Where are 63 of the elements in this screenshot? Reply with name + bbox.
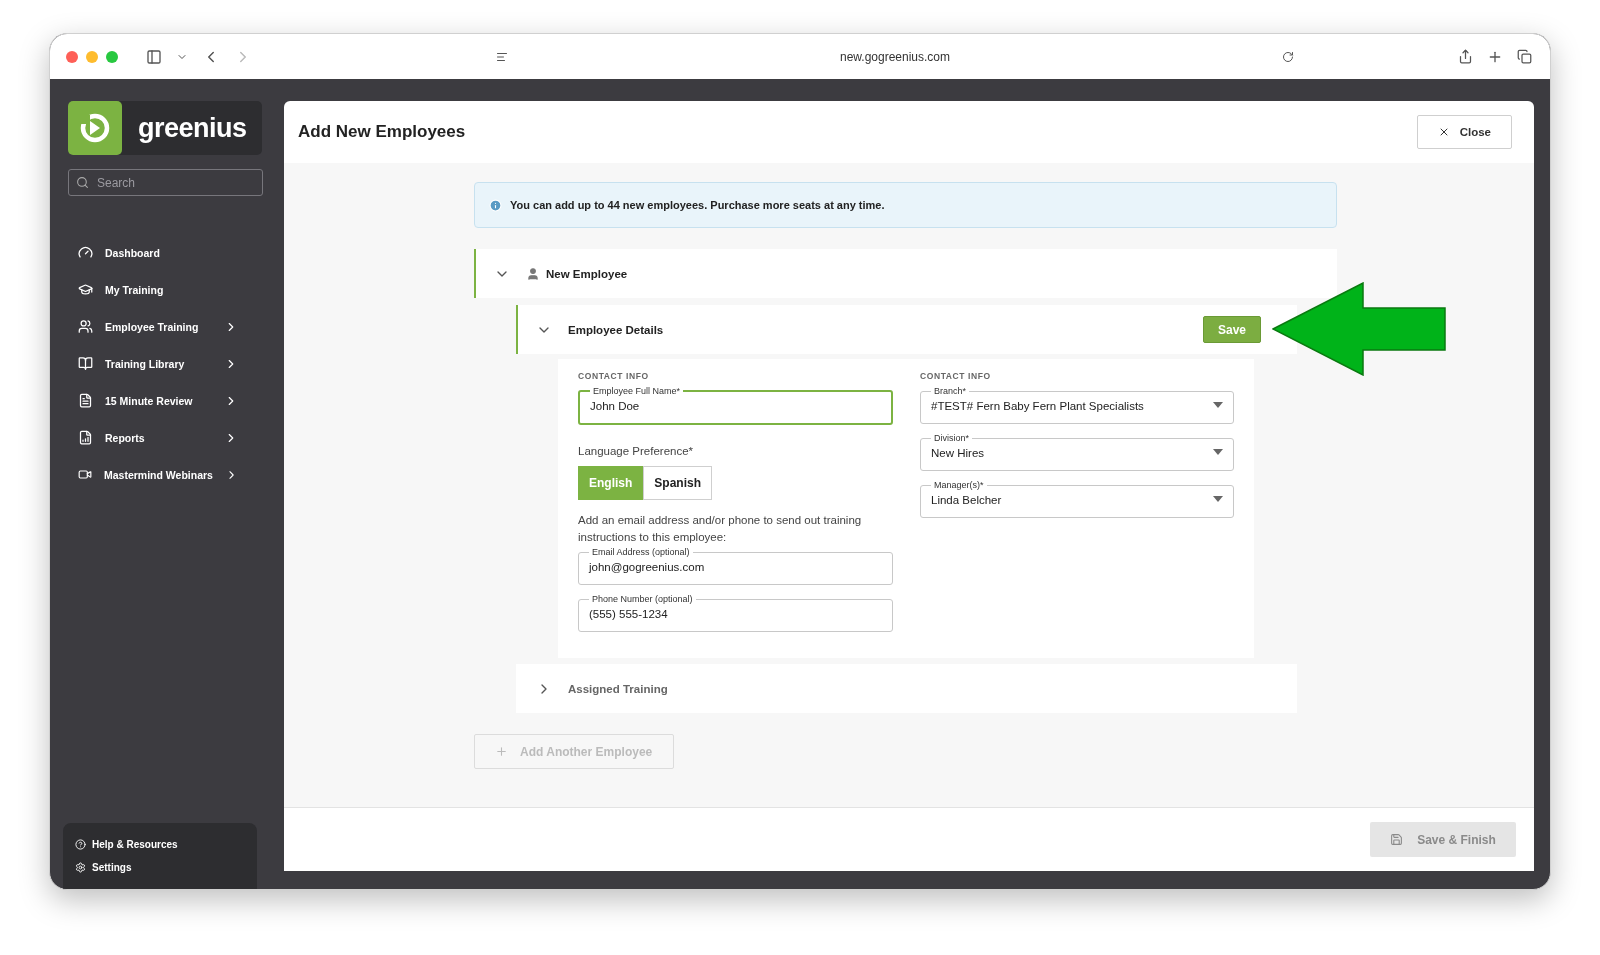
video-icon [78, 467, 92, 482]
graduation-cap-icon [78, 282, 93, 297]
logo-icon [68, 101, 122, 155]
field-value: Linda Belcher [931, 493, 1003, 506]
field-value: John Doe [590, 399, 641, 412]
zoom-window-icon[interactable] [106, 50, 118, 63]
field-label: Language Preference* [578, 445, 695, 457]
brand-name: greenius [138, 112, 247, 144]
footer-link[interactable]: Help & Resources [75, 837, 245, 852]
save-icon [1390, 833, 1404, 846]
section-title: New Employee [546, 267, 628, 280]
field-value: (555) 555-1234 [589, 607, 669, 620]
section-title: Employee Details [568, 323, 664, 336]
nav-item[interactable]: Mastermind Webinars [68, 460, 248, 489]
settings-icon [75, 862, 86, 873]
input-field[interactable]: Employee Full Name* John Doe [578, 385, 893, 425]
person-icon [526, 266, 540, 281]
caret-icon [1213, 495, 1223, 502]
footer-link[interactable]: Settings [75, 860, 245, 875]
field-value: #TEST# Fern Baby Fern Plant Specialists [931, 399, 1145, 412]
field-value: john@gogreenius.com [589, 560, 706, 573]
section-heading: CONTACT INFO [920, 371, 992, 381]
input-field[interactable]: Email Address (optional) john@gogreenius.com [578, 546, 893, 585]
field-value: New Hires [931, 446, 986, 459]
nav-item[interactable]: Employee Training [68, 312, 248, 341]
field-label: Division* [933, 432, 970, 444]
nav-item[interactable]: Training Library [68, 349, 248, 378]
minimize-window-icon[interactable] [86, 50, 98, 63]
select-field[interactable]: Branch* #TEST# Fern Baby Fern Plant Specialists [920, 385, 1234, 424]
caret-icon [1213, 401, 1223, 408]
info-icon [489, 198, 502, 212]
select-field[interactable]: Division* New Hires [920, 432, 1234, 471]
plus-icon [495, 745, 508, 758]
url-text[interactable]: new.gogreenius.com [839, 49, 951, 64]
nav-item[interactable]: Dashboard [68, 238, 248, 267]
select-field[interactable]: Manager(s)* Linda Belcher [920, 479, 1234, 518]
field-label: Branch* [933, 385, 968, 397]
nav-item[interactable]: My Training [68, 275, 248, 304]
nav-item[interactable]: 15 Minute Review [68, 386, 248, 415]
gauge-icon [78, 245, 93, 260]
close-button[interactable]: Close [1416, 115, 1512, 149]
search-icon [76, 176, 89, 189]
document-icon [78, 393, 93, 408]
field-label: Employee Full Name* [592, 385, 682, 397]
field-label: Phone Number (optional) [591, 593, 694, 605]
nav-item[interactable]: Reports [68, 423, 248, 452]
language-option[interactable]: Spanish [643, 466, 713, 500]
field-label: Email Address (optional) [591, 546, 691, 558]
search-field[interactable]: Search [68, 169, 263, 196]
book-icon [78, 356, 93, 371]
field-label: Manager(s)* [933, 479, 985, 491]
input-field[interactable]: Phone Number (optional) (555) 555-1234 [578, 593, 893, 632]
help-icon [75, 839, 86, 850]
report-icon [78, 430, 93, 445]
section-heading: CONTACT INFO [578, 371, 650, 381]
tabs-icon[interactable] [1515, 47, 1534, 66]
users-icon [78, 319, 93, 334]
caret-icon [1213, 448, 1223, 455]
close-window-icon[interactable] [66, 50, 78, 63]
page-title: Add New Employees [298, 122, 466, 142]
hint-text: Add an email address and/or phone to send out training instructions to this employee: [578, 513, 863, 545]
section-title: Assigned Training [568, 682, 668, 695]
info-text: You can add up to 44 new employees. Purchase more seats at any time. [510, 199, 885, 211]
